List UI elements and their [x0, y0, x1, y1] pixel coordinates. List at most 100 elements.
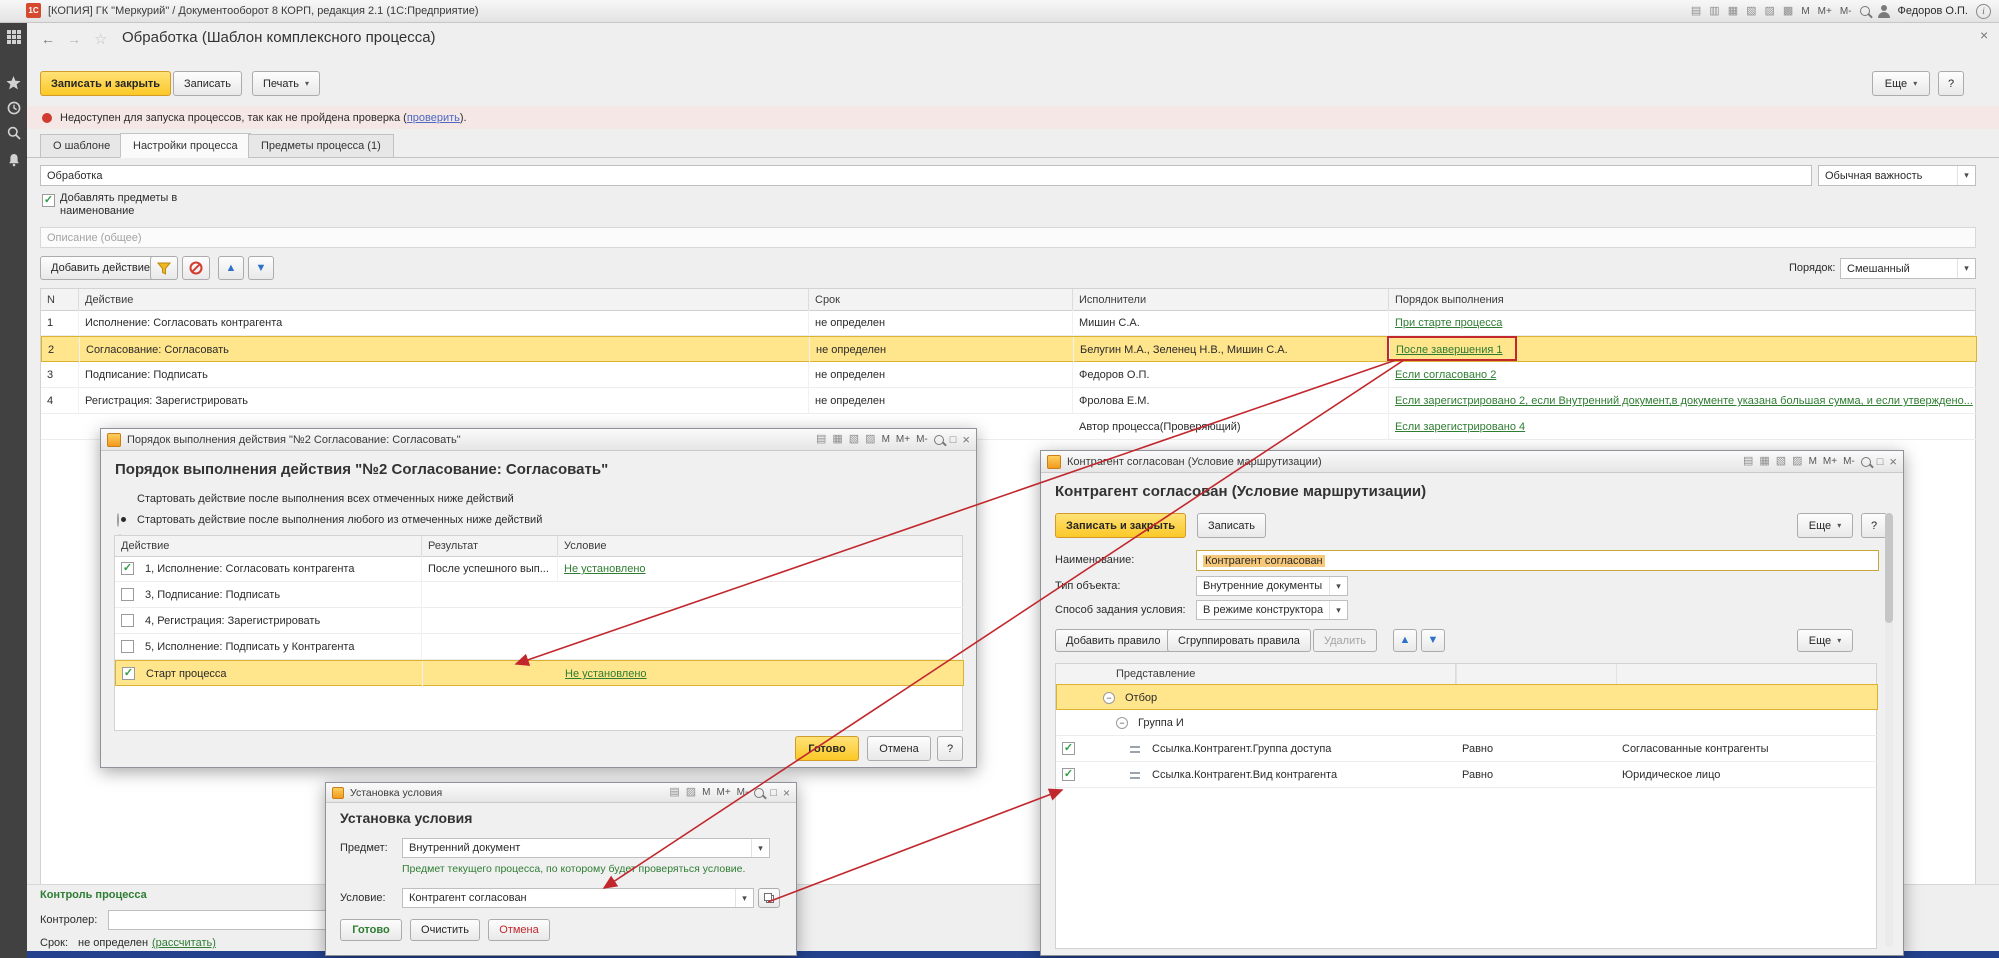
radio-after-all[interactable]	[117, 513, 119, 527]
help-button[interactable]: ?	[937, 736, 963, 761]
print-menu-button[interactable]: Печать	[252, 71, 320, 96]
condition-select[interactable]: Контрагент согласован	[402, 888, 754, 908]
magnifier-icon[interactable]	[1861, 457, 1871, 467]
tab-process-subjects[interactable]: Предметы процесса (1)	[248, 134, 394, 158]
chevron-down-icon[interactable]	[735, 889, 753, 907]
help-button[interactable]: ?	[1938, 71, 1964, 96]
zoom-normal-button[interactable]: М	[1809, 456, 1817, 467]
delete-rule-button[interactable]: Удалить	[1313, 629, 1377, 652]
name-input[interactable]: Контрагент согласован	[1196, 550, 1879, 571]
order-rule-link[interactable]: Если зарегистрировано 4	[1395, 421, 1525, 433]
row-checkbox[interactable]	[121, 588, 134, 601]
search-icon[interactable]	[0, 126, 27, 140]
scrollbar[interactable]	[1885, 513, 1893, 947]
order-rule-link[interactable]: При старте процесса	[1395, 317, 1502, 329]
dialog-title-bar[interactable]: Установка условия ▤ ▨ М М+ М- □ ×	[326, 783, 796, 803]
dialog-title-bar[interactable]: Порядок выполнения действия "№2 Согласов…	[101, 429, 976, 451]
maximize-icon[interactable]: □	[1877, 456, 1884, 468]
row-checkbox[interactable]	[121, 640, 134, 653]
help-button[interactable]: ?	[1861, 513, 1887, 538]
tab-about-template[interactable]: О шаблоне	[40, 134, 123, 158]
condition-link[interactable]: Не установлено	[565, 668, 647, 680]
row-checkbox-checked[interactable]	[121, 562, 134, 575]
zoom-out-button[interactable]: М-	[916, 434, 928, 445]
window-calc-icon[interactable]: ▧	[849, 434, 859, 445]
zoom-normal-button[interactable]: М	[1801, 6, 1809, 17]
order-row[interactable]: 5, Исполнение: Подписать у Контрагента	[115, 634, 964, 660]
table-row[interactable]: 1 Исполнение: Согласовать контрагента не…	[41, 310, 1977, 336]
order-rule-link[interactable]: После завершения 1	[1396, 344, 1503, 356]
save-close-button[interactable]: Записать и закрыть	[40, 71, 171, 96]
filter-funnel-icon[interactable]	[150, 256, 178, 280]
description-input[interactable]	[40, 227, 1976, 248]
order-row[interactable]: 4, Регистрация: Зарегистрировать	[115, 608, 964, 634]
tree-row-rule[interactable]: Ссылка.Контрагент.Вид контрагента Равно …	[1056, 762, 1878, 788]
col-order[interactable]: Порядок выполнения	[1389, 289, 1977, 310]
tree-row-root-selected[interactable]: Отбор	[1056, 684, 1878, 710]
order-row[interactable]: 1, Исполнение: Согласовать контрагента П…	[115, 556, 964, 582]
chevron-down-icon[interactable]	[1957, 259, 1975, 278]
magnifier-icon[interactable]	[754, 788, 764, 798]
window-preview-icon[interactable]: ▦	[832, 434, 842, 445]
col-term[interactable]: Срок	[809, 289, 1073, 310]
clear-button[interactable]: Очистить	[410, 919, 480, 941]
maximize-icon[interactable]: □	[950, 434, 957, 446]
window-calendar-icon[interactable]: ▨	[686, 787, 696, 798]
print-preview-icon[interactable]: ▦	[1728, 6, 1738, 17]
row-checkbox-checked[interactable]	[122, 667, 135, 680]
more-button[interactable]: Еще	[1797, 629, 1853, 652]
move-down-button[interactable]: ▼	[1421, 629, 1445, 652]
info-icon[interactable]: i	[1976, 4, 1991, 19]
done-button[interactable]: Готово	[795, 736, 859, 761]
open-condition-button[interactable]	[758, 888, 780, 908]
favorite-star-icon[interactable]: ☆	[94, 30, 107, 48]
back-button[interactable]: ←	[36, 28, 60, 50]
tab-process-settings[interactable]: Настройки процесса	[120, 133, 251, 158]
recalculate-link[interactable]: (рассчитать)	[152, 937, 216, 949]
zoom-out-button[interactable]: М-	[1840, 6, 1852, 17]
notifications-bell-icon[interactable]	[0, 153, 27, 167]
window-save-icon[interactable]: ▤	[816, 434, 826, 445]
zoom-in-button[interactable]: М+	[716, 787, 730, 798]
zoom-out-button[interactable]: М-	[1843, 456, 1855, 467]
print-icon[interactable]: ▥	[1709, 6, 1719, 17]
window-preview-icon[interactable]: ▦	[1759, 456, 1769, 467]
add-action-button[interactable]: Добавить действие	[40, 256, 161, 280]
zoom-in-button[interactable]: М+	[1823, 456, 1837, 467]
col-presentation[interactable]: Представление	[1056, 664, 1456, 684]
cancel-button[interactable]: Отмена	[867, 736, 931, 761]
form-close-icon[interactable]: ×	[1980, 27, 1988, 43]
history-icon[interactable]	[0, 101, 27, 115]
more-button[interactable]: Еще	[1797, 513, 1853, 538]
col-condition[interactable]: Условие	[558, 536, 964, 556]
rule-checkbox-checked[interactable]	[1062, 742, 1075, 755]
maximize-icon[interactable]: □	[770, 787, 777, 799]
chevron-down-icon[interactable]	[1329, 577, 1347, 595]
close-icon[interactable]: ×	[962, 432, 970, 447]
window-save-icon[interactable]: ▤	[669, 787, 679, 798]
add-rule-button[interactable]: Добавить правило	[1055, 629, 1172, 652]
favorites-icon[interactable]	[0, 76, 27, 90]
move-up-button[interactable]: ▲	[1393, 629, 1417, 652]
col-result[interactable]: Результат	[422, 536, 558, 556]
save-button[interactable]: Записать	[173, 71, 242, 96]
order-select[interactable]: Смешанный	[1840, 258, 1976, 279]
order-rule-link[interactable]: Если зарегистрировано 2, если Внутренний…	[1395, 395, 1973, 407]
chevron-down-icon[interactable]	[1957, 166, 1975, 185]
method-select[interactable]: В режиме конструктора	[1196, 600, 1348, 620]
cancel-button[interactable]: Отмена	[488, 919, 550, 941]
cancel-restriction-icon[interactable]	[182, 256, 210, 280]
table-row[interactable]: 4 Регистрация: Зарегистрировать не опред…	[41, 388, 1977, 414]
order-rule-link[interactable]: Если согласовано 2	[1395, 369, 1496, 381]
move-down-button[interactable]: ▼	[248, 256, 274, 280]
table-row[interactable]: 3 Подписание: Подписать не определен Фед…	[41, 362, 1977, 388]
window-calendar-icon[interactable]: ▨	[865, 434, 875, 445]
chevron-down-icon[interactable]	[751, 839, 769, 857]
tree-row-rule[interactable]: Ссылка.Контрагент.Группа доступа Равно С…	[1056, 736, 1878, 762]
zoom-in-button[interactable]: М+	[1818, 6, 1832, 17]
chevron-down-icon[interactable]	[1329, 601, 1347, 619]
dialog-title-bar[interactable]: Контрагент согласован (Условие маршрутиз…	[1041, 451, 1903, 473]
window-calendar-icon[interactable]: ▨	[1792, 456, 1802, 467]
col-executors[interactable]: Исполнители	[1073, 289, 1389, 310]
more-button[interactable]: Еще	[1872, 71, 1930, 96]
